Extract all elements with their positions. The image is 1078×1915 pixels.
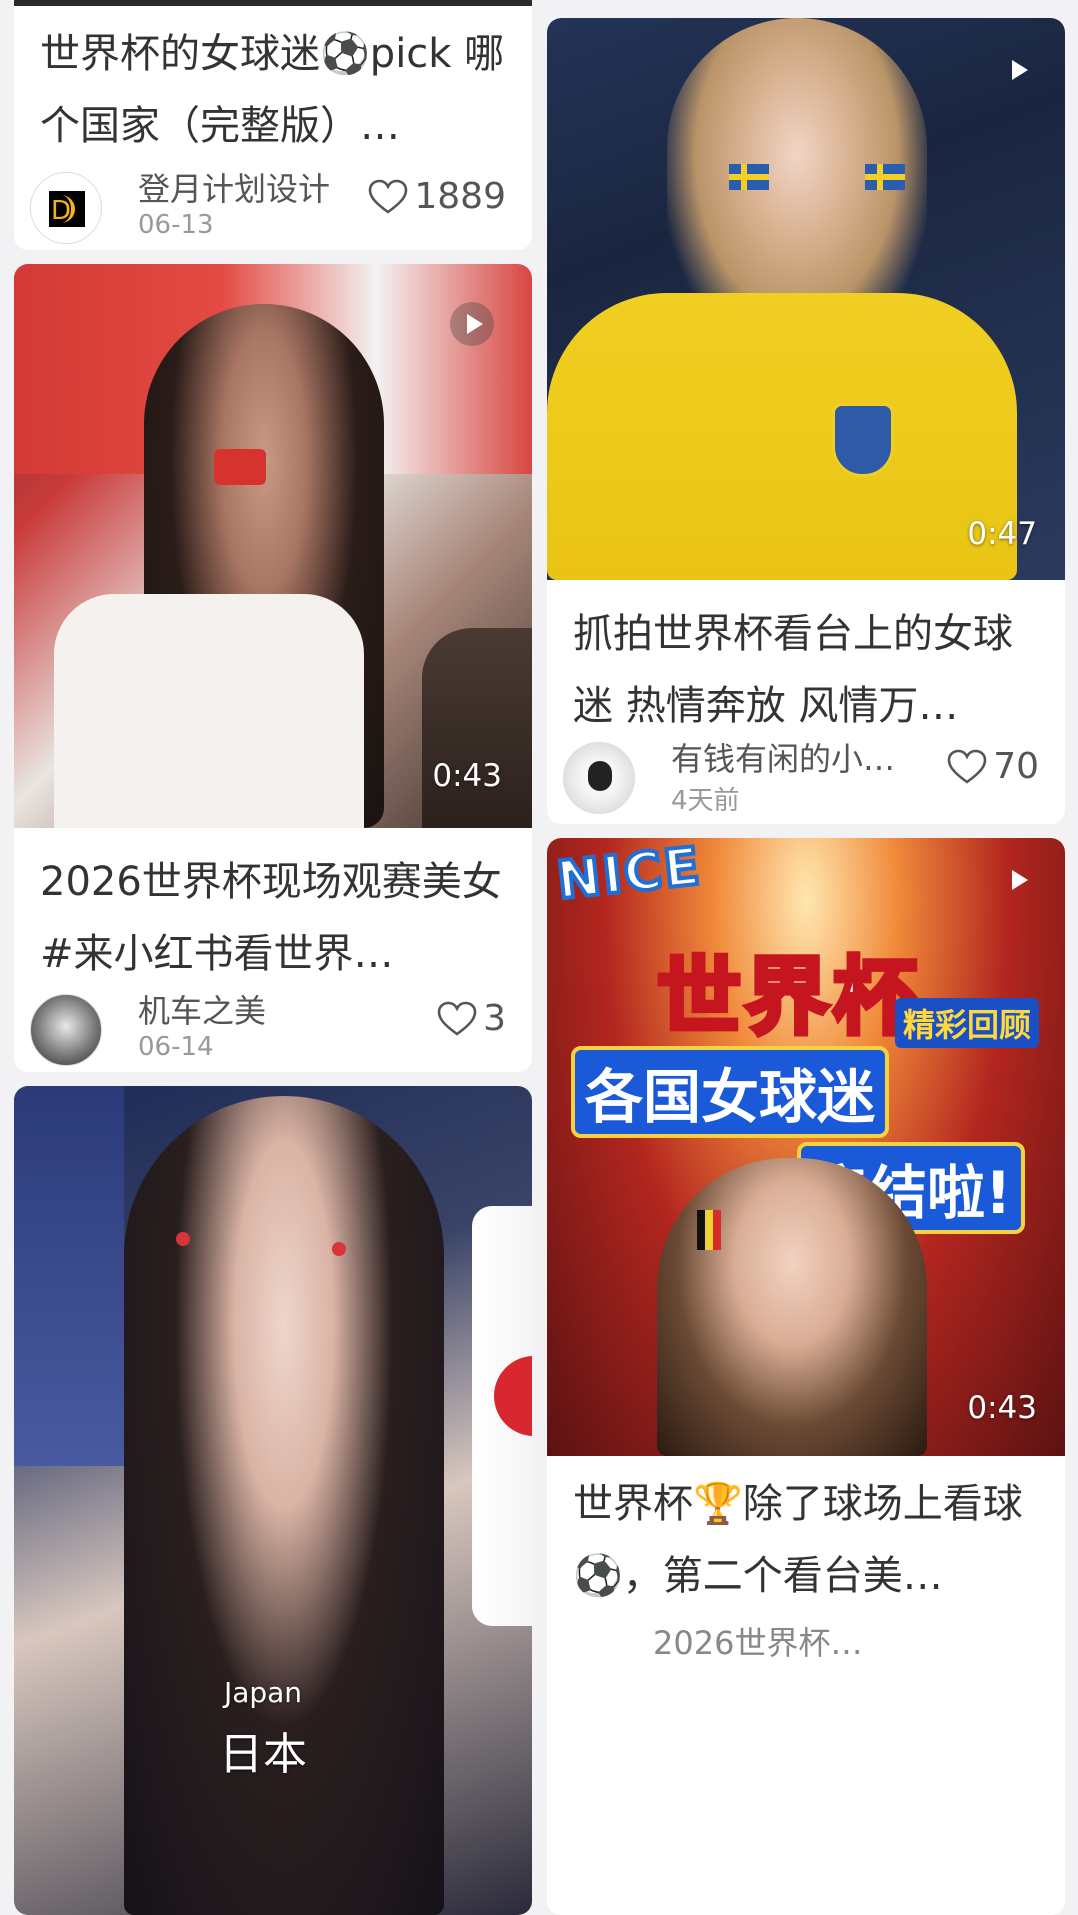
- play-icon[interactable]: [995, 48, 1039, 92]
- video-thumbnail[interactable]: NICE 世界杯 精彩回顾 各国女球迷 集结啦! 0:43: [547, 838, 1065, 1456]
- like-button[interactable]: 70: [947, 746, 1039, 787]
- jersey: [547, 293, 1017, 580]
- post-date: 06-13: [138, 210, 214, 240]
- like-button[interactable]: 3: [437, 998, 506, 1039]
- overlay-main: 世界杯: [654, 946, 922, 1049]
- like-count: 70: [993, 746, 1039, 787]
- person-figure: [124, 1096, 444, 1915]
- flag-facepaint: [214, 449, 266, 485]
- card-meta: 2026世界杯精…: [563, 1610, 1039, 1690]
- post-date: 4天前: [671, 786, 740, 816]
- heart-icon: [369, 179, 408, 214]
- background-person: [422, 628, 532, 828]
- heart-icon: [437, 1001, 477, 1036]
- card-meta: 有钱有闲的小… 4天前 70: [563, 734, 1039, 816]
- feed-card[interactable]: Japan 日本: [14, 1086, 532, 1915]
- video-duration: 0:43: [967, 1390, 1037, 1426]
- avatar[interactable]: D: [30, 172, 102, 244]
- play-icon[interactable]: [450, 302, 494, 346]
- person-figure: [657, 1158, 927, 1456]
- card-title[interactable]: 2026世界杯现场观赛美女 #来小红书看世界…: [40, 846, 506, 990]
- overlay-badge: 精彩回顾: [895, 998, 1040, 1048]
- like-count: 1889: [414, 176, 506, 217]
- video-thumbnail[interactable]: 0:43: [14, 264, 532, 828]
- caption-en: Japan: [223, 1676, 303, 1709]
- jersey: [54, 594, 364, 828]
- feed-card[interactable]: 0:43 2026世界杯现场观赛美女 #来小红书看世界… 机车之美 06-14 …: [14, 264, 532, 1072]
- nice-sticker: NICE: [552, 838, 706, 913]
- author-name[interactable]: 机车之美: [138, 986, 266, 1032]
- author-name[interactable]: 登月计划设计: [138, 164, 330, 210]
- flag-facepaint: [697, 1210, 721, 1250]
- caption-zh: 日本: [219, 1729, 307, 1780]
- thumbnail: [14, 0, 532, 6]
- card-meta: 机车之美 06-14 3: [30, 986, 506, 1066]
- like-count: 3: [483, 998, 506, 1039]
- heart-icon: [947, 749, 987, 784]
- video-thumbnail[interactable]: 0:47: [547, 18, 1065, 580]
- feed-card[interactable]: 0:47 抓拍世界杯看台上的女球迷 热情奔放 风情万… 有钱有闲的小… 4天前 …: [547, 18, 1065, 824]
- card-title[interactable]: 世界杯的女球迷⚽pick 哪个国家（完整版）…: [40, 18, 506, 162]
- avatar[interactable]: [563, 742, 635, 814]
- play-icon[interactable]: [995, 858, 1039, 902]
- avatar[interactable]: [30, 994, 102, 1066]
- card-title[interactable]: 抓拍世界杯看台上的女球迷 热情奔放 风情万…: [573, 598, 1039, 742]
- card-meta: D 登月计划设计 06-13 1889: [30, 164, 506, 244]
- svg-text:D: D: [51, 196, 71, 226]
- post-date: 06-14: [138, 1032, 214, 1062]
- feed-card[interactable]: NICE 世界杯 精彩回顾 各国女球迷 集结啦! 0:43 世界杯🏆除了球场上看…: [547, 838, 1065, 1915]
- crest: [832, 403, 894, 477]
- author-name[interactable]: 有钱有闲的小…: [671, 734, 895, 780]
- like-button[interactable]: 1889: [368, 176, 506, 217]
- video-duration: 0:47: [967, 516, 1037, 552]
- video-duration: 0:43: [432, 758, 502, 794]
- feed-card[interactable]: 世界杯的女球迷⚽pick 哪个国家（完整版）… D 登月计划设计 06-13 1…: [14, 0, 532, 250]
- overlay-line2: 各国女球迷: [571, 1046, 890, 1138]
- author-name[interactable]: 2026世界杯精…: [653, 1618, 873, 1664]
- video-thumbnail[interactable]: Japan 日本: [14, 1086, 532, 1915]
- card-title[interactable]: 世界杯🏆除了球场上看球⚽，第二个看台美…: [573, 1468, 1039, 1612]
